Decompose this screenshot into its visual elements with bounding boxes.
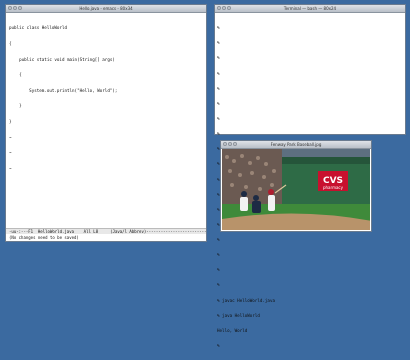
terminal-line: % [217,343,220,349]
close-button[interactable] [8,6,12,10]
close-button[interactable] [223,142,227,146]
baseball-scene: CVS pharmacy [222,149,370,230]
code-line: public class HelloWorld [9,25,67,31]
window-controls [223,142,237,146]
code-line: System.out.println("Hello, World"); [9,87,118,93]
terminal-titlebar[interactable]: Terminal — bash — 80x24 [215,5,405,13]
terminal-line: % [217,25,220,31]
emacs-buffer[interactable]: public class HelloWorld { public static … [6,13,206,184]
minimize-button[interactable] [222,6,226,10]
terminal-line: % [217,115,220,121]
terminal-window[interactable]: Terminal — bash — 80x24 % % % % % % % % … [214,4,406,348]
terminal-line: % java HelloWorld [217,312,260,318]
code-line: ~ [9,134,12,140]
terminal-line: % javac HelloWorld.java [217,297,275,303]
photo-titlebar[interactable]: Fenway Park Baseball.jpg [221,141,371,149]
photo-window[interactable]: Fenway Park Baseball.jpg CVS pharmacy [220,140,372,232]
baseball-photo: CVS pharmacy [222,149,370,230]
window-controls [8,6,22,10]
terminal-line: % [217,70,220,76]
emacs-modeline: -uu-:---F1 HelloWorld.java All L8 (Java/… [6,228,206,234]
emacs-window[interactable]: Hello.java - emacs - 80x34 public class … [5,4,207,242]
code-line: ~ [9,150,12,156]
code-line: public static void main(String[] args) [9,56,115,62]
code-line: } [9,103,22,109]
terminal-line: % [217,85,220,91]
terminal-line: % [217,267,220,273]
emacs-title: Hello.java - emacs - 80x34 [79,6,133,11]
terminal-line: % [217,55,220,61]
emacs-titlebar[interactable]: Hello.java - emacs - 80x34 [6,5,206,13]
code-line: { [9,72,22,78]
zoom-button[interactable] [18,6,22,10]
terminal-line: % [217,252,220,258]
zoom-button[interactable] [233,142,237,146]
minimize-button[interactable] [13,6,17,10]
close-button[interactable] [217,6,221,10]
code-line: } [9,119,12,125]
zoom-button[interactable] [227,6,231,10]
terminal-line: % [217,131,220,137]
terminal-line: % [217,100,220,106]
photo-title: Fenway Park Baseball.jpg [270,142,322,147]
cvs-sign-subtext: pharmacy [323,185,344,190]
terminal-line: % [217,40,220,46]
terminal-line: % [217,282,220,288]
code-line: ~ [9,165,12,171]
window-controls [217,6,231,10]
terminal-line: Hello, World [217,327,248,333]
terminal-title: Terminal — bash — 80x24 [283,6,337,11]
terminal-line: % [217,237,220,243]
emacs-minibuffer[interactable]: (No changes need to be saved) [6,235,206,240]
minimize-button[interactable] [228,142,232,146]
code-line: { [9,41,12,47]
